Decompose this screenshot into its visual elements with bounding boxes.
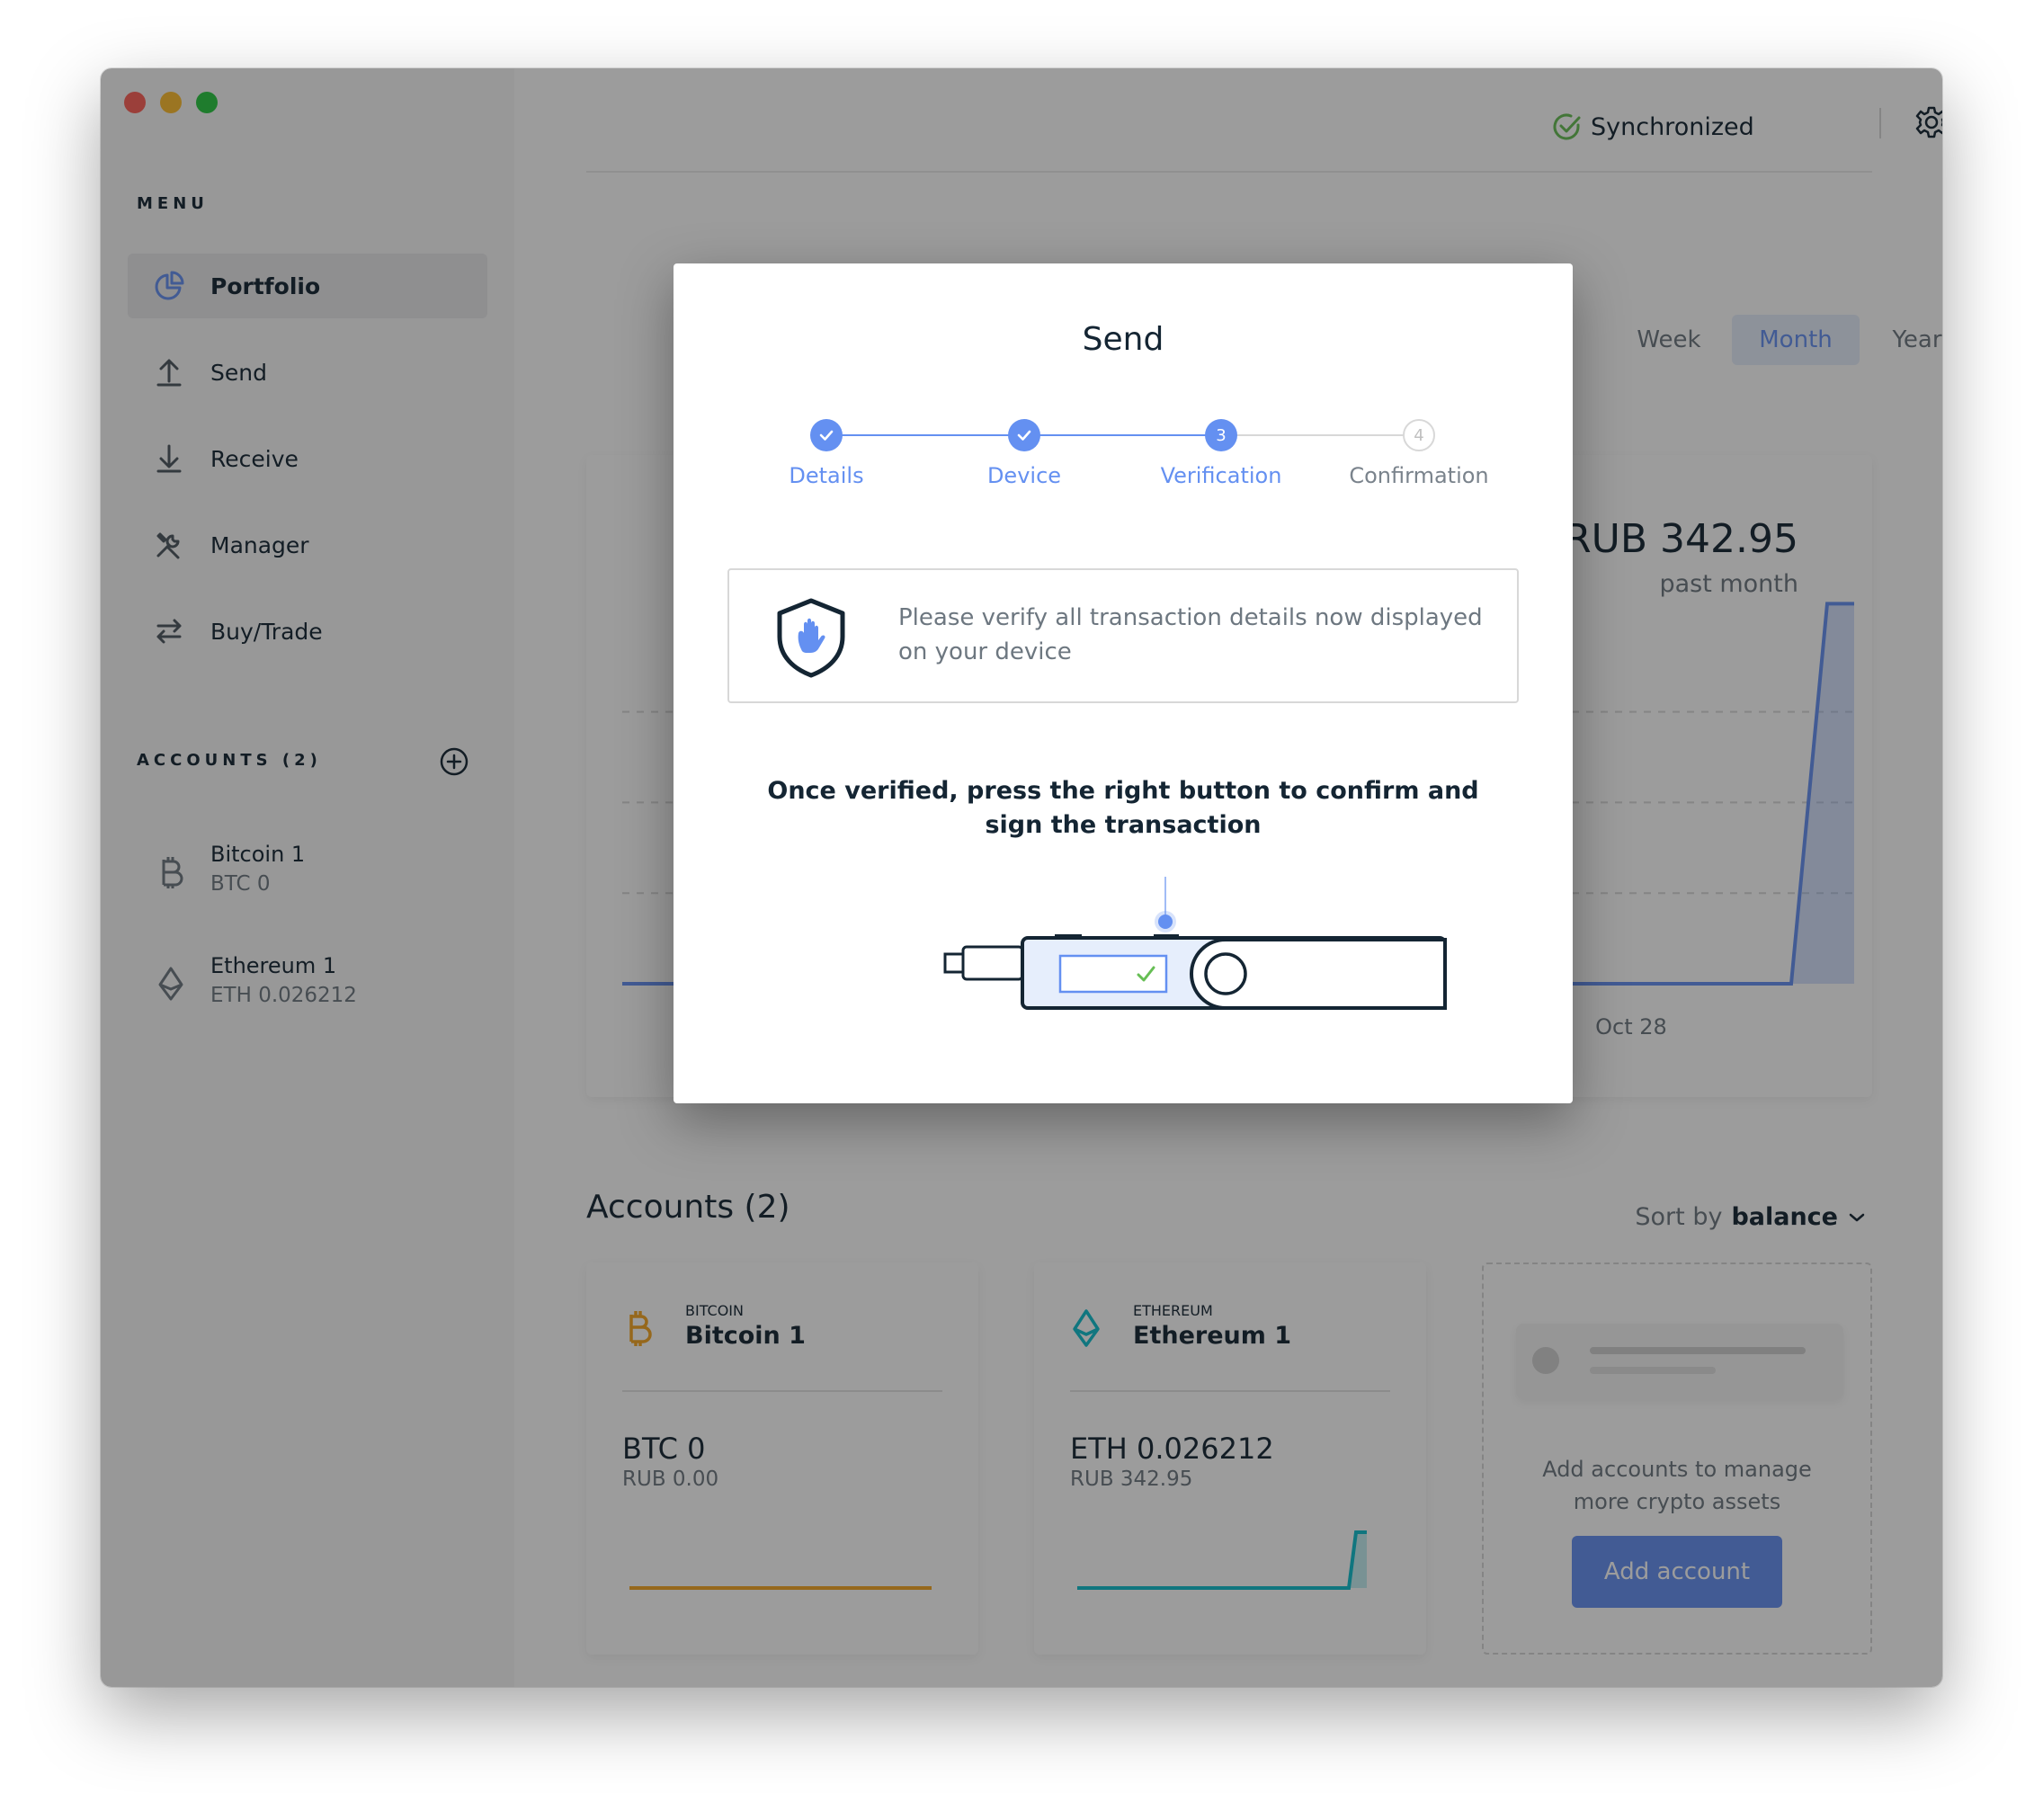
step-label-confirmation: Confirmation	[1349, 463, 1489, 488]
step-label-details: Details	[789, 463, 864, 488]
verify-notice-text: Please verify all transaction details no…	[898, 604, 1483, 665]
step-4-todo: 4	[1403, 419, 1435, 451]
shield-hand-icon	[777, 598, 845, 678]
modal-title: Send	[1082, 321, 1164, 358]
confirm-instruction: Once verified, press the right button to…	[767, 777, 1479, 839]
checkmark-icon	[1017, 430, 1031, 441]
ledger-device-illustration	[789, 877, 1447, 1010]
send-modal: Send 3 4 Details Device Verification Con…	[674, 263, 1573, 1103]
step-2-done	[1008, 419, 1040, 451]
step-3-current: 3	[1205, 419, 1237, 451]
step-1-done	[810, 419, 843, 451]
verify-notice: Please verify all transaction details no…	[727, 568, 1519, 703]
stepper-remaining-line	[1220, 434, 1418, 436]
screen: MENU Portfolio Send Receive Manager Buy/…	[0, 0, 2043, 1820]
step-label-verification: Verification	[1160, 463, 1282, 488]
step-label-device: Device	[986, 463, 1062, 488]
checkmark-icon	[819, 430, 834, 441]
app-window: MENU Portfolio Send Receive Manager Buy/…	[101, 68, 1942, 1687]
